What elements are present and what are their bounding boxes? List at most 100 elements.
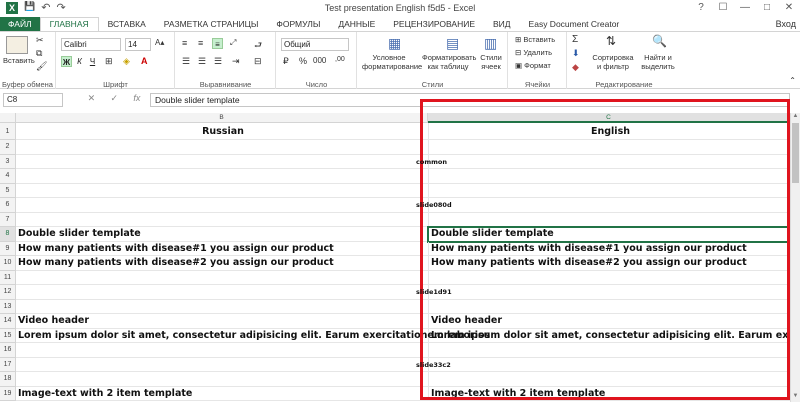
ribbon-display-button[interactable]: ☐ — [712, 0, 734, 16]
delete-cells-button[interactable]: ⊟ Удалить — [515, 48, 552, 57]
scroll-down-icon[interactable]: ▼ — [791, 393, 800, 402]
align-right-icon[interactable]: ☰ — [214, 56, 222, 67]
font-color-icon[interactable]: A — [141, 56, 148, 66]
number-format-select[interactable]: Общий — [281, 38, 349, 51]
paste-icon[interactable] — [6, 36, 28, 54]
row-header[interactable]: 9 — [0, 241, 16, 256]
row-header[interactable]: 19 — [0, 386, 16, 401]
tab-formulas[interactable]: ФОРМУЛЫ — [267, 17, 329, 31]
collapse-ribbon-icon[interactable]: ⌃ — [789, 76, 796, 85]
tab-insert[interactable]: ВСТАВКА — [99, 17, 155, 31]
cell-english[interactable] — [429, 213, 790, 227]
sort-filter-icon[interactable]: ⇅ — [606, 34, 616, 48]
borders-icon[interactable]: ⊞ — [105, 56, 113, 67]
cell-russian[interactable] — [16, 155, 428, 169]
cell-russian[interactable]: How many patients with disease#2 you ass… — [16, 256, 428, 270]
font-family-select[interactable]: Calibri — [61, 38, 121, 51]
format-as-table-icon[interactable]: ▤ — [446, 35, 459, 52]
conditional-formatting-button[interactable]: Условное форматирование — [362, 53, 422, 71]
cell-english[interactable]: Lorem ipsum dolor sit amet, consectetur … — [429, 329, 790, 343]
format-cells-button[interactable]: ▣ Формат — [515, 61, 551, 70]
cell-russian[interactable] — [16, 358, 428, 372]
cell-english[interactable] — [429, 198, 790, 212]
bold-button[interactable]: Ж — [61, 56, 72, 67]
cell-english[interactable] — [429, 285, 790, 299]
select-all-corner[interactable] — [0, 113, 16, 123]
cell-styles-button[interactable]: Стили ячеек — [476, 53, 506, 71]
align-center-icon[interactable]: ☰ — [198, 56, 206, 67]
orientation-icon[interactable]: ⤢ — [230, 38, 236, 48]
indent-icon[interactable]: ⇥ — [232, 56, 240, 67]
italic-button[interactable]: К — [74, 56, 85, 67]
tab-view[interactable]: ВИД — [484, 17, 520, 31]
conditional-formatting-icon[interactable]: ▦ — [388, 35, 401, 52]
row-header[interactable]: 17 — [0, 357, 16, 372]
clear-icon[interactable]: ◆ — [572, 62, 579, 73]
insert-function-icon[interactable]: fx — [133, 93, 140, 107]
cell-russian[interactable]: Double slider template — [16, 227, 428, 241]
font-size-select[interactable]: 14 — [125, 38, 151, 51]
insert-cells-button[interactable]: ⊞ Вставить — [515, 35, 555, 44]
row-header[interactable]: 10 — [0, 256, 16, 271]
row-header[interactable]: 8 — [0, 227, 16, 242]
paste-button[interactable]: Вставить — [3, 56, 35, 65]
find-select-button[interactable]: Найти и выделить — [638, 53, 678, 71]
cell-russian[interactable] — [16, 343, 428, 357]
copy-icon[interactable]: ⧉ — [36, 48, 42, 59]
cell-english[interactable] — [429, 300, 790, 314]
row-header[interactable]: 12 — [0, 285, 16, 300]
row-header[interactable]: 11 — [0, 270, 16, 285]
format-painter-icon[interactable]: 🖌 — [36, 61, 47, 72]
column-header-b[interactable]: B — [16, 113, 428, 123]
align-bottom-icon[interactable]: ≡ — [212, 38, 223, 49]
row-header[interactable]: 18 — [0, 372, 16, 387]
row-header[interactable]: 16 — [0, 343, 16, 358]
cell-russian[interactable] — [16, 300, 428, 314]
tab-review[interactable]: РЕЦЕНЗИРОВАНИЕ — [384, 17, 484, 31]
maximize-button[interactable]: □ — [756, 0, 778, 16]
column-header-c[interactable]: C — [428, 113, 790, 123]
row-header[interactable]: 3 — [0, 154, 16, 169]
cut-icon[interactable]: ✂ — [36, 35, 44, 46]
percent-icon[interactable]: % — [299, 56, 307, 66]
row-header[interactable]: 15 — [0, 328, 16, 343]
tab-file[interactable]: ФАЙЛ — [0, 17, 40, 31]
thousands-icon[interactable]: 000 — [313, 56, 326, 65]
cell-english[interactable] — [429, 184, 790, 198]
align-middle-icon[interactable]: ≡ — [198, 38, 203, 48]
minimize-button[interactable]: — — [734, 0, 756, 16]
align-top-icon[interactable]: ≡ — [182, 38, 187, 48]
find-select-icon[interactable]: 🔍 — [652, 34, 667, 48]
fill-icon[interactable]: ⬇ — [572, 48, 580, 59]
cell-english[interactable] — [429, 169, 790, 183]
row-header[interactable]: 6 — [0, 198, 16, 213]
cell-russian[interactable]: Russian — [16, 123, 428, 139]
scroll-up-icon[interactable]: ▲ — [791, 113, 800, 122]
align-left-icon[interactable]: ☰ — [182, 56, 190, 67]
tab-home[interactable]: ГЛАВНАЯ — [39, 17, 99, 31]
format-as-table-button[interactable]: Форматировать как таблицу — [422, 53, 476, 71]
cell-russian[interactable] — [16, 140, 428, 154]
cell-english[interactable] — [429, 358, 790, 372]
cell-russian[interactable]: Lorem ipsum dolor sit amet, consectetur … — [16, 329, 490, 343]
row-header[interactable]: 4 — [0, 169, 16, 184]
cancel-icon[interactable]: ✕ — [88, 93, 96, 107]
wrap-text-icon[interactable]: ⮐ — [254, 38, 262, 54]
decimal-icon[interactable]: ,00 — [335, 56, 345, 63]
name-box[interactable]: C8 — [3, 93, 63, 107]
cell-russian[interactable]: Image-text with 2 item template — [16, 387, 428, 401]
enter-icon[interactable]: ✓ — [110, 93, 118, 107]
cell-english[interactable] — [429, 155, 790, 169]
merge-cells-icon[interactable]: ⊟ — [254, 56, 262, 67]
underline-button[interactable]: Ч — [87, 56, 98, 67]
vertical-scrollbar[interactable]: ▲ ▼ — [790, 113, 800, 402]
cell-english[interactable] — [429, 140, 790, 154]
tab-page-layout[interactable]: РАЗМЕТКА СТРАНИЦЫ — [155, 17, 268, 31]
cell-english[interactable]: Video header — [429, 314, 790, 328]
cell-styles-icon[interactable]: ▥ — [484, 35, 497, 52]
formula-input[interactable]: Double slider template — [150, 93, 790, 107]
row-header[interactable]: 5 — [0, 183, 16, 198]
cell-russian[interactable] — [16, 184, 428, 198]
scroll-thumb[interactable] — [792, 123, 799, 183]
fill-color-icon[interactable]: ◈ — [123, 56, 130, 67]
